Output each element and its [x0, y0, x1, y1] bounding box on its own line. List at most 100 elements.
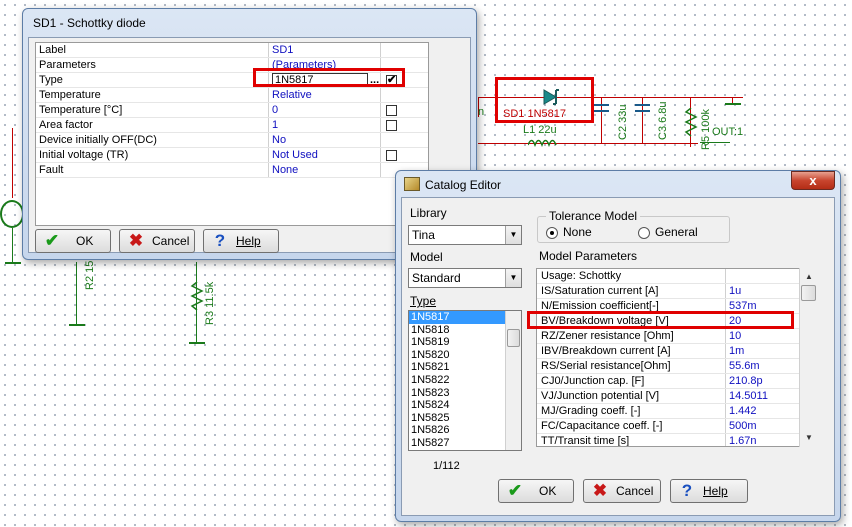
param-row[interactable]: RS/Serial resistance[Ohm] 55.6m — [537, 359, 817, 374]
c2-label: C2 33u — [617, 104, 629, 140]
tol-general-label[interactable]: General — [655, 225, 698, 239]
param-name: FC/Capacitance coeff. [-] — [541, 420, 663, 432]
checkbox[interactable]: ✔ — [386, 74, 397, 86]
property-row[interactable]: Label SD1 — [36, 43, 428, 58]
source-symbol[interactable] — [0, 200, 24, 228]
param-row[interactable]: BV/Breakdown voltage [V] 20 — [537, 314, 817, 329]
ok-button[interactable]: ✔ OK — [35, 229, 111, 253]
property-row[interactable]: Initial voltage (TR) Not Used — [36, 148, 428, 163]
param-row[interactable]: MJ/Grading coeff. [-] 1.442 — [537, 404, 817, 419]
cancel-label: Cancel — [152, 234, 190, 248]
params-scrollbar[interactable]: ▲ ▼ — [799, 268, 818, 447]
library-select[interactable]: Tina ▼ — [408, 225, 522, 245]
param-name: BV/Breakdown voltage [V] — [541, 315, 669, 327]
param-value[interactable]: 1.442 — [729, 404, 799, 419]
property-row[interactable]: Device initially OFF(DC) No — [36, 133, 428, 148]
param-name: VJ/Junction potential [V] — [541, 390, 660, 402]
scroll-up-icon[interactable]: ▲ — [800, 270, 818, 284]
close-button[interactable]: x — [791, 171, 835, 190]
param-row[interactable]: IBV/Breakdown current [A] 1m — [537, 344, 817, 359]
param-row[interactable]: CJ0/Junction cap. [F] 210.8p — [537, 374, 817, 389]
diode-symbol[interactable] — [536, 89, 566, 105]
param-value[interactable]: 55.6m — [729, 359, 799, 374]
param-row[interactable]: IS/Saturation current [A] 1u — [537, 284, 817, 299]
model-select[interactable]: Standard ▼ — [408, 268, 522, 288]
params-scroll-thumb[interactable] — [801, 285, 816, 301]
property-value[interactable]: SD1 — [272, 43, 380, 58]
property-row[interactable]: Temperature [°C] 0 — [36, 103, 428, 118]
cross-icon: ✖ — [128, 231, 144, 250]
catalog-ok-button[interactable]: ✔ OK — [498, 479, 574, 503]
cross-icon: ✖ — [592, 481, 608, 500]
catalog-help-button[interactable]: ? Help — [670, 479, 748, 503]
param-value[interactable]: 537m — [729, 299, 799, 314]
property-name: Area factor — [39, 119, 93, 131]
property-name: Parameters — [39, 59, 96, 71]
param-value[interactable] — [729, 269, 799, 284]
property-value[interactable]: 1 — [272, 118, 380, 133]
property-value[interactable]: 0 — [272, 103, 380, 118]
model-params-label: Model Parameters — [539, 249, 638, 263]
param-value[interactable]: 1m — [729, 344, 799, 359]
help-button[interactable]: ? Help — [203, 229, 279, 253]
inductor-l1[interactable] — [527, 136, 558, 148]
param-row[interactable]: RZ/Zener resistance [Ohm] 10 — [537, 329, 817, 344]
out-label: OUT:1 — [712, 126, 744, 138]
param-value[interactable]: 210.8p — [729, 374, 799, 389]
inductor-label: L1 22u — [523, 124, 557, 136]
model-params-table[interactable]: Usage: Schottky IS/Saturation current [A]… — [536, 268, 818, 447]
param-name: IBV/Breakdown current [A] — [541, 345, 671, 357]
property-value[interactable]: No — [272, 133, 380, 148]
param-row[interactable]: Usage: Schottky — [537, 269, 817, 284]
param-value[interactable]: 10 — [729, 329, 799, 344]
param-row[interactable]: FC/Capacitance coeff. [-] 500m — [537, 419, 817, 434]
scroll-thumb[interactable] — [507, 329, 520, 347]
property-value[interactable]: None — [272, 163, 380, 178]
check-icon: ✔ — [507, 481, 523, 500]
cancel-button[interactable]: ✖ Cancel — [119, 229, 195, 253]
type-list[interactable]: 1N5817 1N5818 1N5819 1N5820 1N5821 1N5822 1N58… — [408, 310, 522, 451]
param-row[interactable]: TT/Transit time [s] 1.67n — [537, 434, 817, 447]
param-value[interactable]: 500m — [729, 419, 799, 434]
property-value[interactable]: (Parameters) — [272, 58, 380, 73]
param-name: N/Emission coefficient[-] — [541, 300, 659, 312]
property-row[interactable]: Temperature Relative — [36, 88, 428, 103]
tol-none-label[interactable]: None — [563, 225, 592, 239]
param-row[interactable]: N/Emission coefficient[-] 537m — [537, 299, 817, 314]
property-row[interactable]: Parameters (Parameters) — [36, 58, 428, 73]
property-name: Fault — [39, 164, 64, 176]
resistor-r3[interactable] — [190, 281, 204, 312]
property-name: Initial voltage (TR) — [39, 149, 129, 161]
node-label: n — [478, 106, 485, 118]
tol-general-radio[interactable] — [638, 227, 650, 239]
type-list-scrollbar[interactable] — [505, 311, 521, 450]
scroll-down-icon[interactable]: ▼ — [800, 431, 818, 445]
checkbox[interactable] — [386, 150, 397, 161]
catalog-app-icon — [404, 177, 420, 191]
capacitor-c2[interactable] — [594, 104, 609, 112]
property-row[interactable]: Area factor 1 — [36, 118, 428, 133]
capacitor-c3[interactable] — [635, 104, 650, 112]
checkbox[interactable] — [386, 105, 397, 116]
param-value[interactable]: 1.67n — [729, 434, 799, 446]
resistor-r5[interactable] — [684, 107, 698, 138]
catalog-ok-label: OK — [539, 484, 557, 498]
param-row[interactable]: VJ/Junction potential [V] 14.5011 — [537, 389, 817, 404]
catalog-cancel-button[interactable]: ✖ Cancel — [583, 479, 661, 503]
param-name: TT/Transit time [s] — [541, 435, 630, 447]
catalog-title: Catalog Editor — [425, 178, 502, 192]
param-value[interactable]: 1u — [729, 284, 799, 299]
property-name: Temperature [°C] — [39, 104, 123, 116]
property-value[interactable]: Relative — [272, 88, 380, 103]
checkbox[interactable] — [386, 120, 397, 131]
property-value[interactable]: 1N5817 — [272, 73, 368, 87]
chevron-down-icon: ▼ — [505, 269, 521, 287]
param-value[interactable]: 14.5011 — [729, 389, 799, 404]
property-row[interactable]: Type 1N5817... ✔ — [36, 73, 428, 88]
browse-button[interactable]: ... — [370, 73, 379, 88]
tol-none-radio[interactable] — [546, 227, 558, 239]
property-row[interactable]: Fault None — [36, 163, 428, 178]
property-grid[interactable]: Label SD1 Parameters (Parameters) Type 1N5817… — [35, 42, 429, 226]
param-value[interactable]: 20 — [729, 314, 799, 329]
property-value[interactable]: Not Used — [272, 148, 380, 163]
